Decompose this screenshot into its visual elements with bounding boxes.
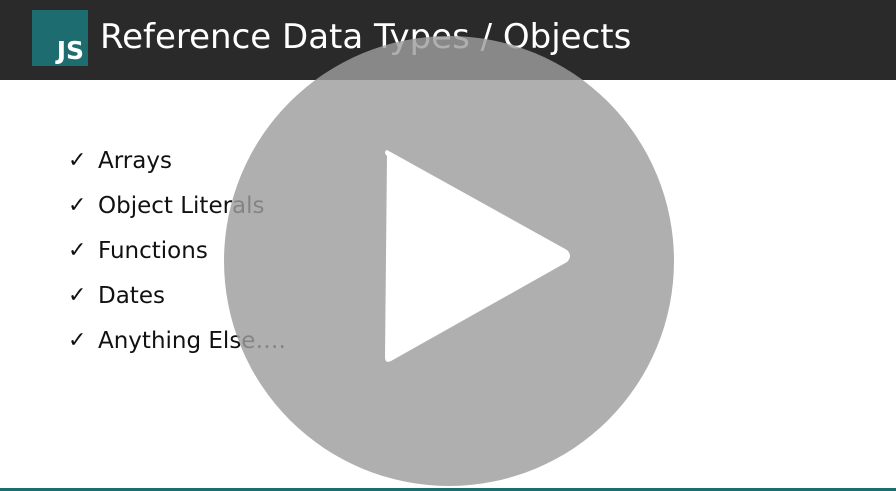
logo-text: JS [56, 36, 84, 65]
js-logo-icon: JS [32, 10, 88, 66]
check-icon: ✓ [68, 238, 87, 263]
bullet-label: Functions [98, 237, 208, 264]
bullet-label: Dates [98, 282, 165, 309]
check-icon: ✓ [68, 148, 87, 173]
play-button[interactable] [224, 36, 674, 486]
check-icon: ✓ [68, 193, 87, 218]
video-slide[interactable]: JS Reference Data Types / Objects ✓ Arra… [0, 0, 896, 491]
check-icon: ✓ [68, 328, 87, 353]
bullet-label: Arrays [98, 147, 172, 174]
check-icon: ✓ [68, 283, 87, 308]
